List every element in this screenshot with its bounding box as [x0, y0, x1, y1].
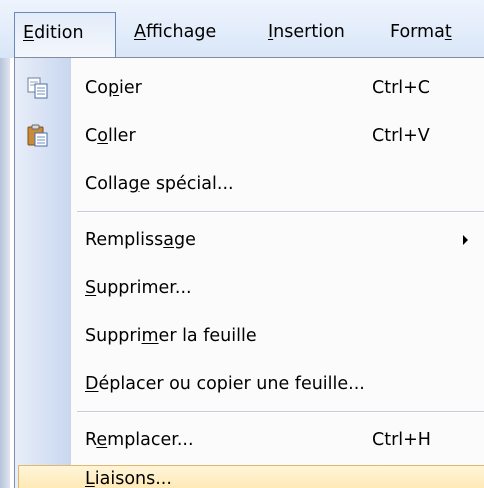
menu-insertion[interactable]: Insertion — [262, 14, 351, 50]
menu-item-coller-shortcut: Ctrl+V — [372, 126, 430, 146]
menu-separator — [77, 211, 484, 213]
edition-dropdown-menu: Copier Ctrl+C Coller Ctrl+V Collage spéc… — [14, 57, 484, 488]
menu-item-remplacer-label: Remplacer... — [85, 430, 194, 450]
menu-item-remplacer[interactable]: Remplacer... Ctrl+H — [15, 416, 484, 464]
menu-item-deplacer-copier[interactable]: Déplacer ou copier une feuille... — [15, 360, 484, 408]
menu-item-copier-shortcut: Ctrl+C — [372, 78, 431, 98]
menu-item-supprimer[interactable]: Supprimer... — [15, 264, 484, 312]
menu-bar: Edition Affichage Insertion Format — [0, 0, 484, 58]
menu-item-collage-special[interactable]: Collage spécial... — [15, 160, 484, 208]
menu-item-remplacer-shortcut: Ctrl+H — [372, 430, 431, 450]
menu-item-copier[interactable]: Copier Ctrl+C — [15, 64, 484, 112]
menu-item-liaisons-label: Liaisons... — [85, 469, 172, 488]
menu-item-copier-label: Copier — [85, 78, 142, 98]
menu-affichage-mnemonic: A — [134, 22, 146, 42]
menu-item-collage-special-label: Collage spécial... — [85, 174, 234, 194]
menu-item-liaisons[interactable]: Liaisons... — [18, 465, 484, 488]
menu-item-supprimer-label: Supprimer... — [85, 278, 192, 298]
menu-item-deplacer-copier-label: Déplacer ou copier une feuille... — [85, 374, 365, 394]
menu-affichage[interactable]: Affichage — [128, 14, 222, 50]
menu-item-remplissage-label: Remplissage — [85, 230, 196, 250]
menu-edition-label: dition — [34, 23, 84, 43]
submenu-arrow-icon — [463, 235, 468, 245]
menu-insertion-label: nsertion — [273, 22, 345, 42]
window-edge — [0, 58, 10, 488]
menu-edition[interactable]: Edition — [14, 12, 116, 58]
menu-format[interactable]: Format — [384, 14, 458, 50]
menu-item-remplissage[interactable]: Remplissage — [15, 216, 484, 264]
paste-icon — [26, 124, 50, 148]
menu-format-mnemonic: t — [444, 22, 452, 42]
menu-item-supprimer-feuille[interactable]: Supprimer la feuille — [15, 312, 484, 360]
menu-format-label: Forma — [390, 22, 445, 42]
menu-separator — [77, 411, 484, 413]
copy-icon — [26, 76, 50, 100]
menu-item-coller[interactable]: Coller Ctrl+V — [15, 112, 484, 160]
menu-edition-mnemonic: E — [23, 23, 35, 43]
menu-item-coller-label: Coller — [85, 126, 136, 146]
menu-affichage-label: ffichage — [145, 22, 217, 42]
menu-item-supprimer-feuille-label: Supprimer la feuille — [85, 326, 257, 346]
